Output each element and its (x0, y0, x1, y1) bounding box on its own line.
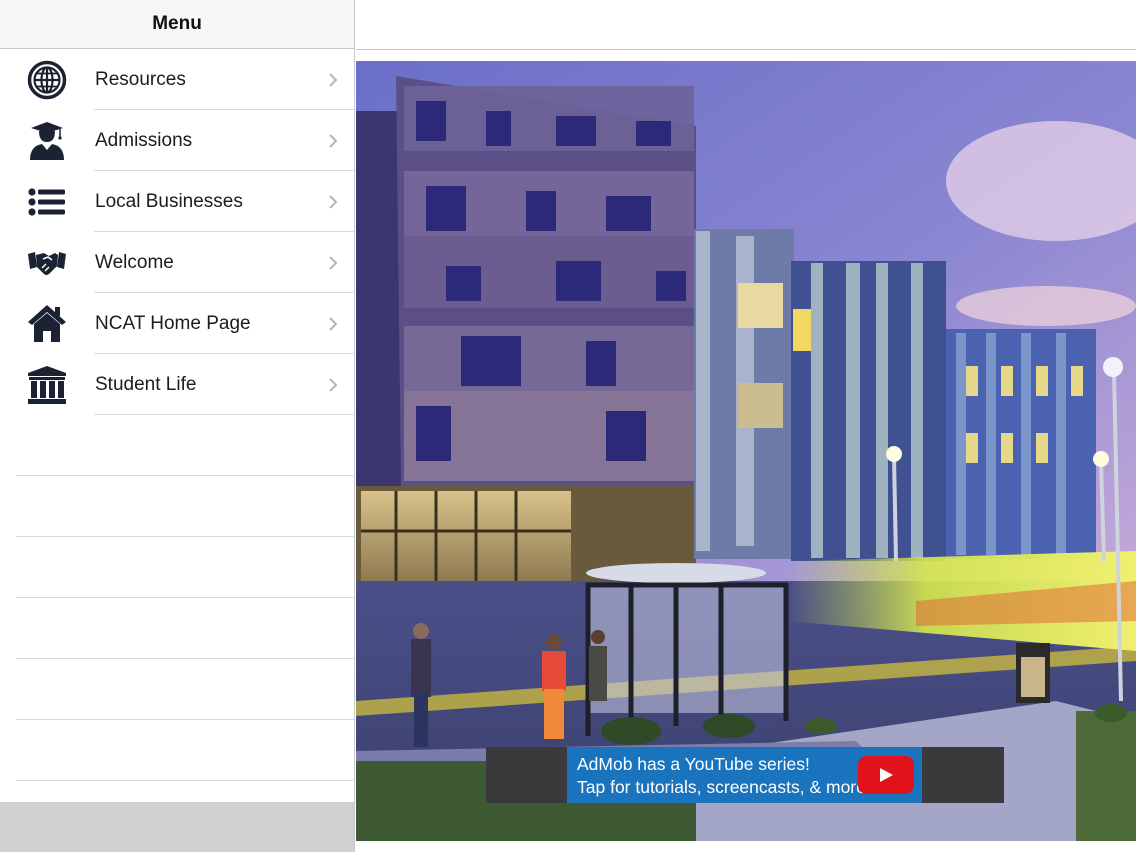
empty-row (0, 415, 354, 476)
chevron-right-icon (329, 134, 338, 148)
chevron-right-icon (329, 378, 338, 392)
menu-title: Menu (0, 0, 354, 49)
ad-subline: Tap for tutorials, screencasts, & more. (577, 777, 871, 797)
empty-row (0, 659, 354, 720)
globe-icon (27, 60, 67, 100)
divider (16, 780, 354, 781)
menu-item-label: NCAT Home Page (95, 313, 251, 334)
institution-icon (27, 365, 67, 405)
empty-row (0, 720, 354, 781)
sidebar-toolbar (0, 802, 354, 852)
navigation-bar (356, 0, 1136, 50)
menu-item-label: Admissions (95, 130, 193, 151)
menu-item-label: Resources (95, 69, 186, 90)
sidebar-menu: Menu Resources Admissions Local Business… (0, 0, 355, 852)
chevron-right-icon (329, 256, 338, 270)
youtube-play-icon[interactable] (858, 756, 914, 794)
ad-banner[interactable]: AdMob has a YouTube series! Tap for tuto… (486, 747, 1004, 803)
handshake-icon (27, 243, 67, 283)
menu-list: Resources Admissions Local Businesses We… (0, 49, 354, 781)
menu-item-student-life[interactable]: Student Life (0, 354, 354, 415)
chevron-right-icon (329, 317, 338, 331)
empty-row (0, 537, 354, 598)
chevron-right-icon (329, 73, 338, 87)
menu-item-resources[interactable]: Resources (0, 49, 354, 110)
menu-item-label: Welcome (95, 252, 174, 273)
menu-item-label: Local Businesses (95, 191, 243, 212)
chevron-right-icon (329, 195, 338, 209)
list-icon (27, 182, 67, 222)
menu-item-welcome[interactable]: Welcome (0, 232, 354, 293)
home-icon (27, 304, 67, 344)
empty-row (0, 476, 354, 537)
graduate-icon (27, 121, 67, 161)
empty-row (0, 598, 354, 659)
ad-headline: AdMob has a YouTube series! (577, 754, 810, 774)
ad-content: AdMob has a YouTube series! Tap for tuto… (567, 747, 922, 803)
campus-photo (356, 61, 1136, 841)
menu-item-admissions[interactable]: Admissions (0, 110, 354, 171)
menu-item-label: Student Life (95, 374, 197, 395)
menu-item-ncat-home-page[interactable]: NCAT Home Page (0, 293, 354, 354)
menu-item-local-businesses[interactable]: Local Businesses (0, 171, 354, 232)
